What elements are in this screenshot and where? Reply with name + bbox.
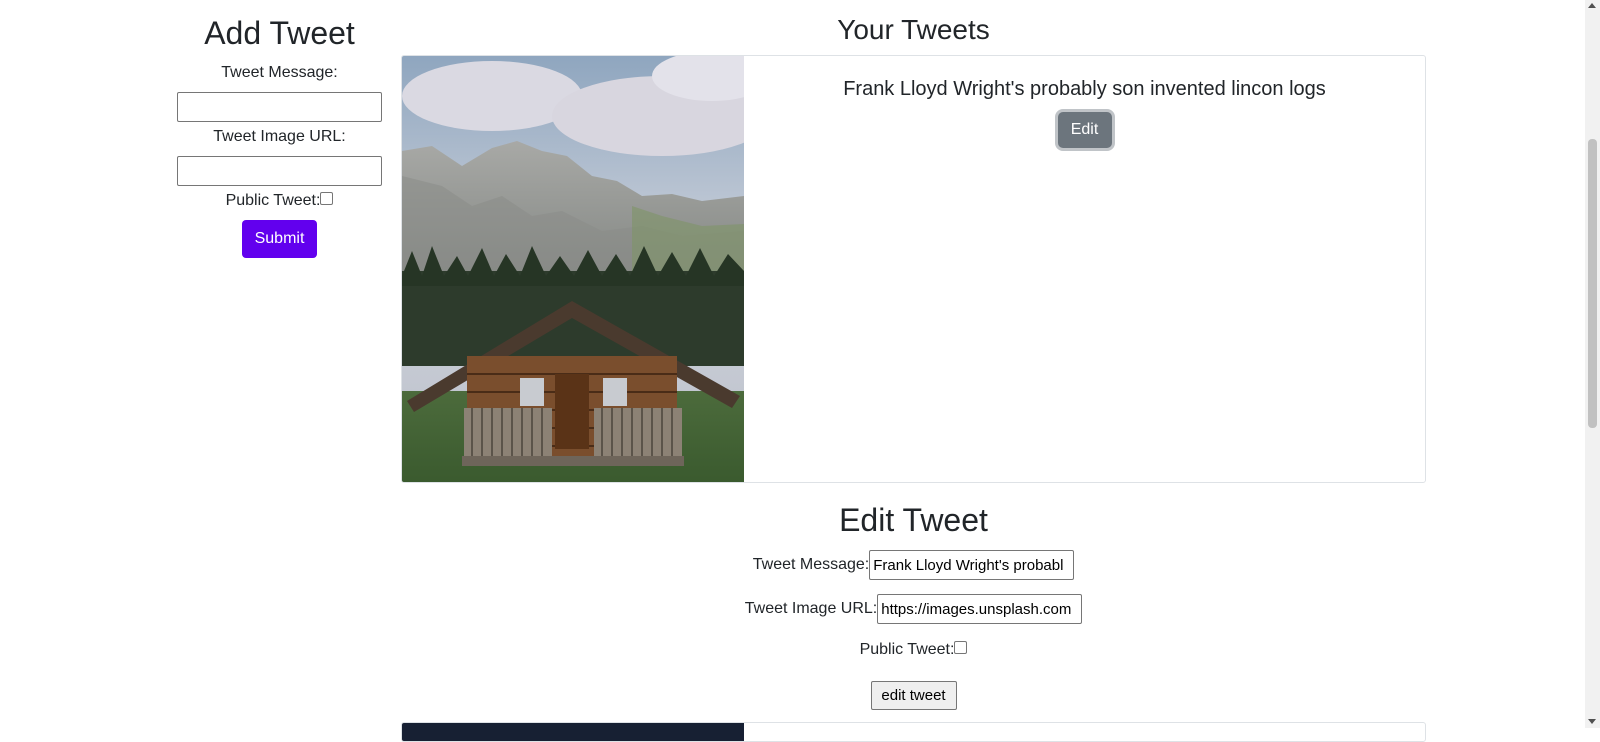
submit-button[interactable]: Submit (242, 220, 317, 258)
public-tweet-label: Public Tweet: (225, 192, 321, 209)
vertical-scrollbar[interactable] (1585, 0, 1600, 728)
tweet-text: Frank Lloyd Wright's probably son invent… (843, 78, 1326, 100)
scroll-down-icon[interactable] (1588, 719, 1596, 724)
scroll-up-icon[interactable] (1588, 3, 1596, 8)
edit-tweet-button[interactable]: edit tweet (870, 681, 957, 710)
scroll-thumb[interactable] (1588, 139, 1597, 428)
edit-public-checkbox[interactable] (954, 641, 968, 654)
edit-tweet-title: Edit Tweet (839, 502, 988, 538)
edit-button[interactable]: Edit (1057, 112, 1112, 148)
tweet-body: Frank Lloyd Wright's probably son invent… (744, 56, 1425, 148)
edit-message-row: Tweet Message: (401, 550, 1426, 580)
add-tweet-title: Add Tweet (204, 15, 355, 51)
tweet-image-next (402, 723, 744, 741)
tweet-card: Frank Lloyd Wright's probably son invent… (401, 55, 1426, 483)
tweet-image-url-label: Tweet Image URL: (213, 128, 346, 145)
tweet-message-label: Tweet Message: (221, 64, 338, 81)
tweet-card-next (401, 722, 1426, 742)
edit-message-input[interactable] (869, 550, 1075, 580)
tweet-message-input[interactable] (177, 92, 382, 122)
public-tweet-row: Public Tweet: (177, 191, 382, 211)
edit-message-label: Tweet Message: (752, 556, 870, 573)
your-tweets-title: Your Tweets (837, 14, 990, 45)
tweet-image-url-input[interactable] (177, 156, 382, 186)
log-cabin-mountain-photo (402, 56, 744, 482)
edit-submit-row: edit tweet (401, 681, 1426, 710)
edit-public-row: Public Tweet: (401, 640, 1426, 660)
edit-image-url-label: Tweet Image URL: (744, 600, 878, 617)
edit-public-label: Public Tweet: (859, 641, 955, 658)
public-tweet-checkbox[interactable] (320, 192, 334, 205)
edit-image-url-input[interactable] (877, 594, 1083, 624)
add-tweet-panel: Add Tweet Tweet Message: Tweet Image URL… (177, 0, 382, 258)
edit-image-url-row: Tweet Image URL: (401, 594, 1426, 624)
